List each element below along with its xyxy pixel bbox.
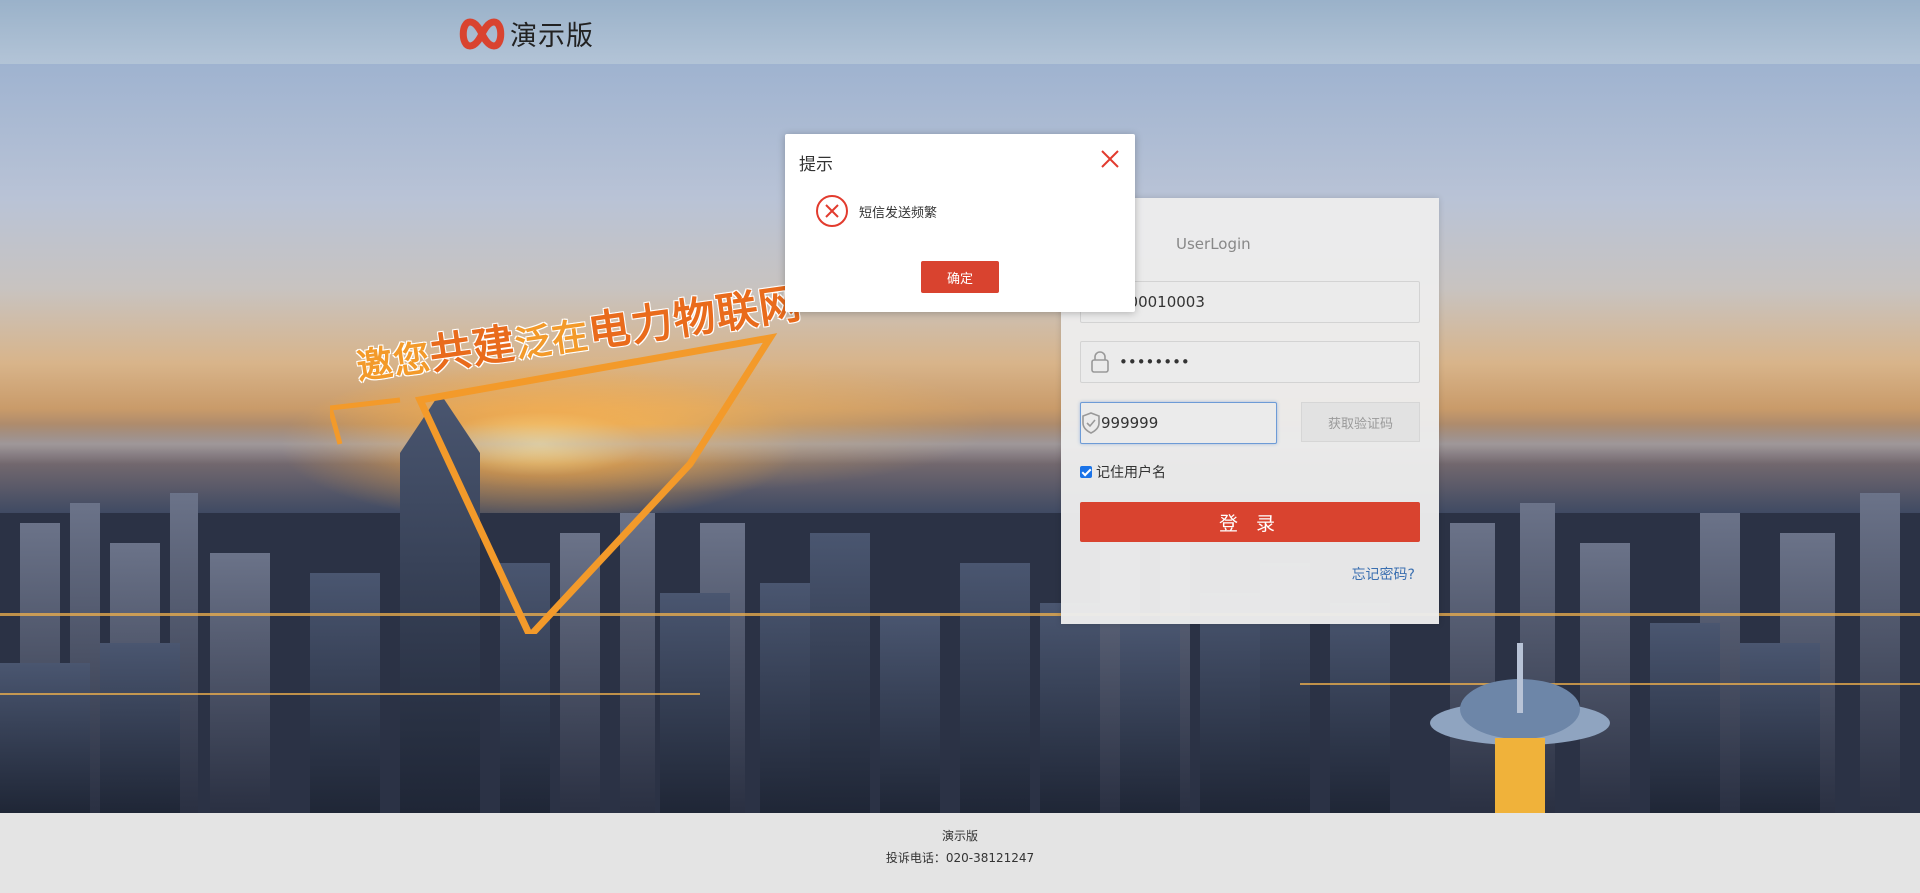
dialog-body: 短信发送频繁 [815, 194, 937, 228]
footer-brand: 演示版 [941, 829, 978, 843]
dialog-title: 提示 [799, 155, 833, 175]
error-circle-icon [816, 195, 848, 227]
login-button[interactable]: 登 录 [1080, 502, 1420, 542]
footer-complaint-phone: 投诉电话：020-38121247 [885, 851, 1035, 865]
username-input[interactable] [1119, 293, 1399, 311]
top-header: 演示版 [0, 0, 1920, 64]
dialog-message: 短信发送频繁 [859, 205, 938, 221]
remember-username-checkbox[interactable]: 记住用户名 [1080, 462, 1166, 482]
lock-icon [1081, 342, 1119, 382]
close-icon[interactable] [1099, 148, 1121, 170]
password-field[interactable] [1080, 341, 1420, 383]
get-code-button[interactable]: 获取验证码 [1301, 402, 1420, 442]
alert-dialog: 提示 短信发送频繁 确定 [785, 134, 1135, 312]
confirm-button[interactable]: 确定 [921, 261, 999, 293]
brand-logo[interactable]: 演示版 [458, 14, 594, 53]
infinity-logo-icon [459, 17, 505, 50]
brand-text: 演示版 [510, 21, 594, 52]
city-skyline [0, 393, 1920, 813]
remember-username-label: 记住用户名 [1096, 465, 1166, 481]
login-subtitle: UserLogin [1176, 235, 1251, 253]
shield-icon [1081, 403, 1101, 443]
verification-code-input[interactable] [1101, 414, 1295, 432]
forgot-password-link[interactable]: 忘记密码? [1352, 564, 1415, 584]
page-footer: 演示版 投诉电话：020-38121247 [0, 813, 1920, 893]
checkbox-checked-icon[interactable] [1080, 466, 1092, 478]
password-input[interactable] [1119, 353, 1399, 371]
verification-code-field[interactable] [1080, 402, 1295, 444]
